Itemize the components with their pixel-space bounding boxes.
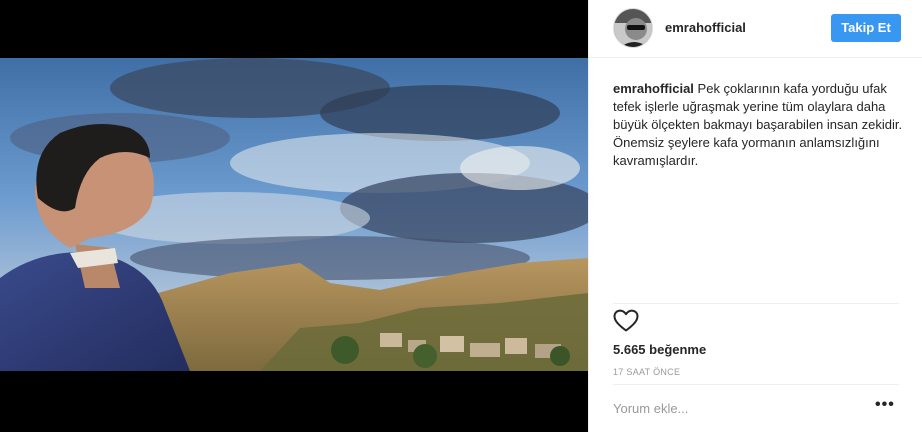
- post-caption: emrahofficial Pek çoklarının kafa yorduğ…: [613, 80, 909, 170]
- post-header: emrahofficial Takip Et: [589, 0, 922, 58]
- caption-username[interactable]: emrahofficial: [613, 81, 694, 96]
- comment-bar: •••: [613, 384, 899, 432]
- heart-icon[interactable]: [613, 309, 639, 333]
- avatar[interactable]: [613, 8, 653, 48]
- likes-count[interactable]: 5.665 beğenme: [613, 342, 706, 357]
- comment-input[interactable]: [613, 397, 853, 419]
- follow-button[interactable]: Takip Et: [831, 14, 901, 42]
- post-photo[interactable]: [0, 58, 588, 371]
- ellipsis-icon[interactable]: •••: [875, 397, 894, 415]
- username[interactable]: emrahofficial: [665, 20, 746, 35]
- post-media: [0, 0, 588, 432]
- post-side-panel: emrahofficial Takip Et emrahofficial Pek…: [588, 0, 922, 432]
- post-actions: 5.665 beğenme 17 SAAT ÖNCE: [613, 303, 899, 377]
- post-timestamp[interactable]: 17 SAAT ÖNCE: [613, 367, 680, 377]
